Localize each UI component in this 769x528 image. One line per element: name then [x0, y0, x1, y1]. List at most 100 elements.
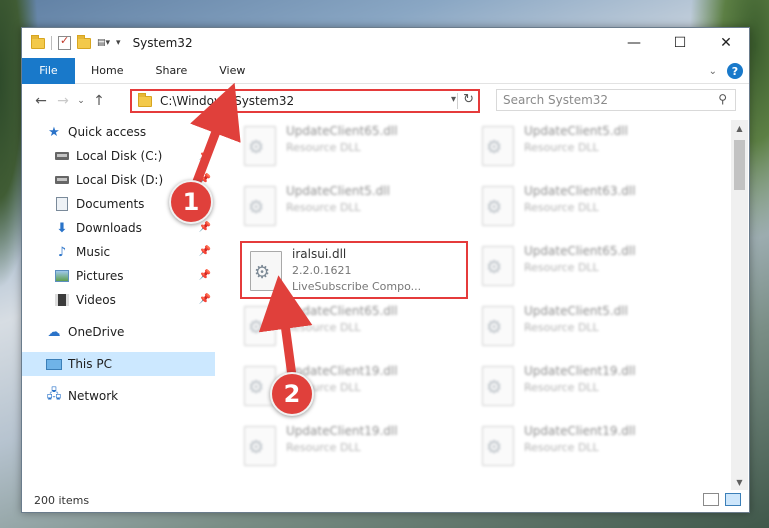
- refresh-icon[interactable]: ↻: [463, 92, 474, 107]
- sidebar-item-quick-access[interactable]: ★ Quick access: [22, 120, 215, 144]
- file-name: UpdateClient5.dll: [524, 124, 628, 138]
- toolbar-dropdown-icon[interactable]: ▾: [116, 38, 121, 48]
- list-item[interactable]: UpdateClient65.dll Resource DLL: [236, 120, 464, 172]
- dll-file-icon: [244, 306, 276, 346]
- search-box[interactable]: Search System32 ⚲: [496, 89, 736, 111]
- dll-file-icon: [244, 426, 276, 466]
- sidebar-item-label: Network: [68, 389, 119, 403]
- window-title: System32: [132, 36, 193, 50]
- computer-icon: [46, 356, 62, 372]
- file-type: Resource DLL: [286, 321, 361, 334]
- vertical-scrollbar[interactable]: ▲ ▼: [731, 120, 748, 490]
- divider: [51, 36, 52, 50]
- file-type: Resource DLL: [524, 201, 599, 214]
- address-path[interactable]: C:\Windows\System32: [160, 94, 294, 108]
- tab-share[interactable]: Share: [139, 58, 203, 84]
- dll-file-icon: [482, 366, 514, 406]
- pin-icon[interactable]: 📌: [199, 294, 211, 305]
- file-name: UpdateClient5.dll: [524, 304, 628, 318]
- sidebar-item-label: Videos: [76, 293, 116, 307]
- search-placeholder: Search System32: [503, 93, 609, 107]
- list-item[interactable]: UpdateClient19.dll Resource DLL: [474, 420, 702, 472]
- new-folder-icon[interactable]: [77, 34, 91, 49]
- divider: [457, 93, 458, 109]
- dll-file-icon: [250, 251, 282, 291]
- sidebar-item-label: Local Disk (C:): [76, 149, 163, 163]
- file-description: LiveSubscribe Compo...: [292, 280, 422, 293]
- list-item[interactable]: UpdateClient5.dll Resource DLL: [236, 180, 464, 232]
- sidebar-item-label: Documents: [76, 197, 145, 211]
- sidebar-item-music[interactable]: ♪ Music 📌: [22, 240, 215, 264]
- list-item[interactable]: UpdateClient5.dll Resource DLL: [474, 300, 702, 352]
- downloads-icon: ⬇: [56, 220, 68, 236]
- dll-file-icon: [482, 246, 514, 286]
- list-item[interactable]: UpdateClient65.dll Resource DLL: [474, 240, 702, 292]
- sidebar-item-this-pc[interactable]: This PC: [22, 352, 215, 376]
- file-type: Resource DLL: [286, 441, 361, 454]
- file-name: UpdateClient19.dll: [524, 364, 636, 378]
- up-button[interactable]: ↑: [88, 89, 110, 113]
- help-icon[interactable]: ?: [727, 63, 743, 79]
- expand-ribbon-icon[interactable]: ⌄: [709, 66, 717, 77]
- search-icon[interactable]: ⚲: [718, 92, 727, 106]
- title-bar[interactable]: ▤▾ ▾ System32 — ☐ ✕: [22, 28, 749, 58]
- tab-home[interactable]: Home: [75, 58, 139, 84]
- back-button[interactable]: ←: [30, 89, 52, 113]
- scroll-up-icon[interactable]: ▲: [731, 120, 748, 136]
- file-name: UpdateClient19.dll: [524, 424, 636, 438]
- step-2-badge: 2: [270, 372, 314, 416]
- drive-icon: [54, 172, 70, 188]
- explorer-window: ▤▾ ▾ System32 — ☐ ✕ File Home Share View…: [21, 27, 750, 513]
- address-dropdown-icon[interactable]: ▾: [451, 94, 456, 105]
- file-type: Resource DLL: [524, 141, 599, 154]
- caption-buttons: — ☐ ✕: [611, 28, 749, 58]
- music-icon: ♪: [57, 244, 67, 260]
- sidebar-item-onedrive[interactable]: ☁ OneDrive: [22, 320, 215, 344]
- file-name: UpdateClient65.dll: [286, 304, 398, 318]
- status-bar: 200 items: [22, 488, 749, 512]
- star-icon: ★: [48, 124, 60, 140]
- list-item[interactable]: UpdateClient19.dll Resource DLL: [474, 360, 702, 412]
- quick-access-toolbar: ▤▾ ▾: [31, 34, 121, 50]
- pin-icon[interactable]: 📌: [199, 246, 211, 257]
- customize-toolbar-icon[interactable]: ▤▾: [97, 38, 110, 48]
- list-item[interactable]: UpdateClient65.dll Resource DLL: [236, 300, 464, 352]
- details-view-icon[interactable]: [703, 493, 719, 506]
- file-name: UpdateClient65.dll: [524, 244, 636, 258]
- maximize-button[interactable]: ☐: [657, 28, 703, 58]
- navigation-pane: ★ Quick access Local Disk (C:) 📌 Local D…: [22, 120, 215, 490]
- tab-file[interactable]: File: [22, 57, 75, 84]
- sidebar-item-network[interactable]: 🖧 Network: [22, 384, 215, 408]
- properties-icon[interactable]: [58, 34, 71, 50]
- folder-icon: [138, 92, 152, 107]
- minimize-button[interactable]: —: [611, 28, 657, 58]
- sidebar-item-pictures[interactable]: Pictures 📌: [22, 264, 215, 288]
- tab-view[interactable]: View: [203, 58, 261, 84]
- recent-locations-button[interactable]: ⌄: [74, 89, 88, 113]
- file-name: UpdateClient65.dll: [286, 124, 398, 138]
- pictures-icon: [54, 268, 70, 284]
- cloud-icon: ☁: [47, 324, 61, 340]
- sidebar-item-local-disk-c[interactable]: Local Disk (C:) 📌: [22, 144, 215, 168]
- dll-file-icon: [482, 306, 514, 346]
- file-name: UpdateClient5.dll: [286, 184, 390, 198]
- sidebar-item-label: OneDrive: [68, 325, 125, 339]
- step-1-badge: 1: [169, 180, 213, 224]
- list-item[interactable]: UpdateClient5.dll Resource DLL: [474, 120, 702, 172]
- ribbon-tabs: File Home Share View ⌄ ?: [22, 57, 749, 84]
- pin-icon[interactable]: 📌: [199, 270, 211, 281]
- dll-file-icon: [482, 186, 514, 226]
- list-item[interactable]: UpdateClient19.dll Resource DLL: [236, 420, 464, 472]
- sidebar-item-videos[interactable]: Videos 📌: [22, 288, 215, 312]
- large-icons-view-icon[interactable]: [725, 493, 741, 506]
- forward-button[interactable]: →: [52, 89, 74, 113]
- file-type: Resource DLL: [524, 321, 599, 334]
- pin-icon[interactable]: 📌: [199, 222, 211, 233]
- list-item-iralsui-dll[interactable]: iralsui.dll 2.2.0.1621 LiveSubscribe Com…: [240, 241, 468, 299]
- network-icon: 🖧: [46, 387, 62, 402]
- address-bar[interactable]: C:\Windows\System32 ▾ ↻: [130, 89, 480, 113]
- list-item[interactable]: UpdateClient63.dll Resource DLL: [474, 180, 702, 232]
- close-button[interactable]: ✕: [703, 28, 749, 58]
- scrollbar-thumb[interactable]: [734, 140, 745, 190]
- pin-icon[interactable]: 📌: [199, 150, 211, 161]
